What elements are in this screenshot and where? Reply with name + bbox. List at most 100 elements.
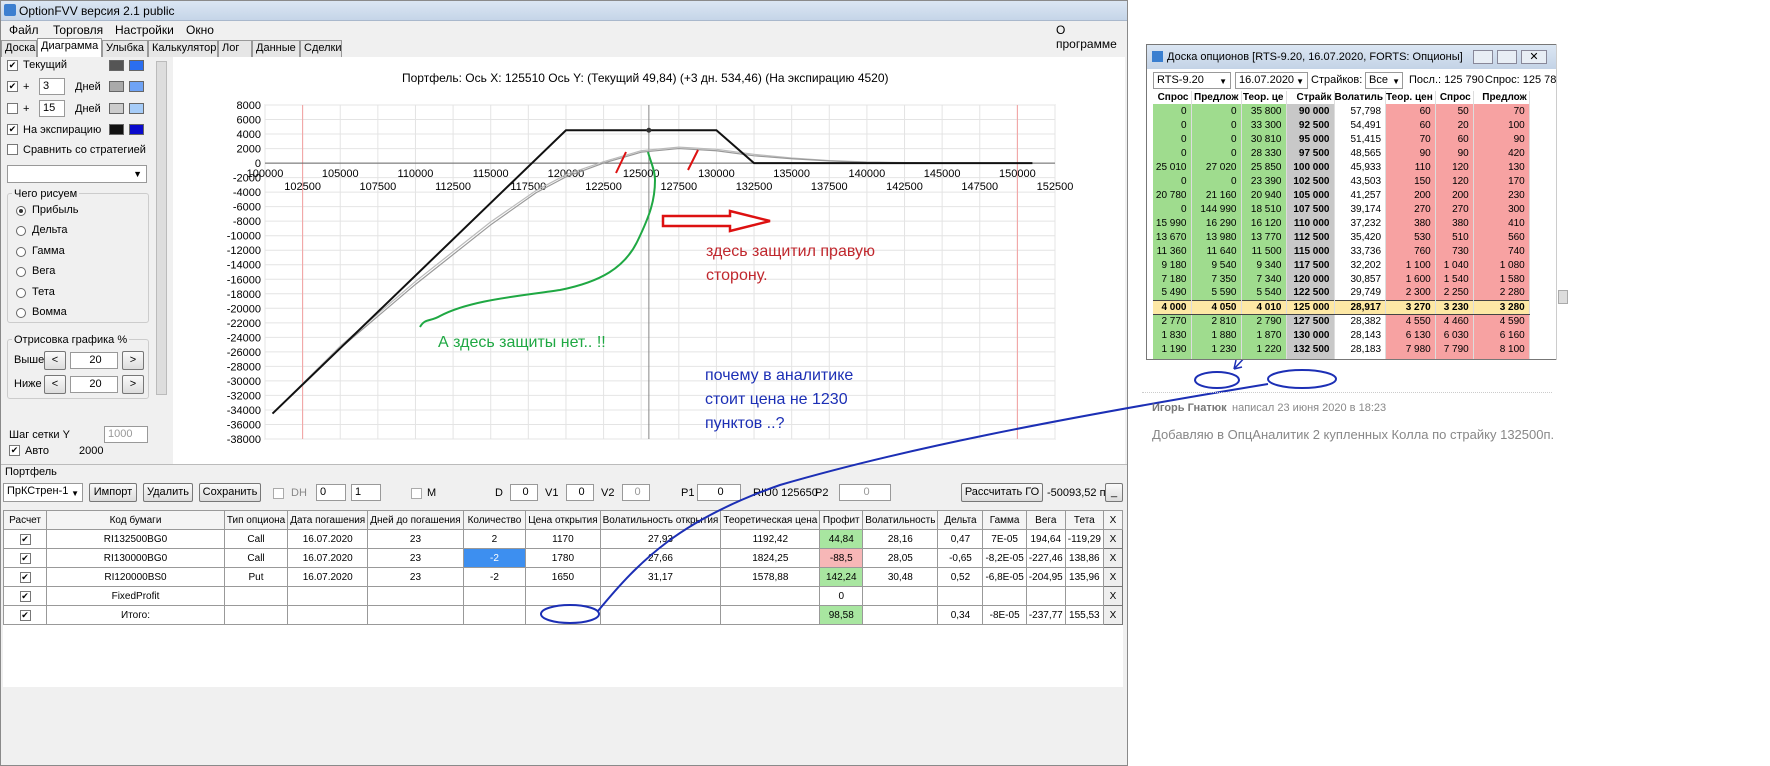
table-row[interactable]: ✔ RI132500BG0 Call 16.07.2020 23 2 1170 27,93 11… [2, 529, 1124, 549]
board-row[interactable]: 0 0 35 800 90 000 57,798 60 50 70 [1153, 104, 1530, 118]
board-row[interactable]: 5 490 5 590 5 540 122 500 29,749 2 300 2 250 2 … [1153, 286, 1530, 300]
calc-checkbox[interactable]: ✔ [19, 571, 31, 583]
board-col-bid-put[interactable]: Спрос [1435, 91, 1474, 104]
table-row[interactable]: ✔ RI120000BS0 Put 16.07.2020 23 -2 1650 31,17 15… [2, 567, 1124, 587]
higher-increase-button[interactable]: > [122, 351, 144, 370]
v2-input[interactable]: 0 [622, 484, 650, 501]
minimize-grid-button[interactable]: _ [1105, 483, 1123, 502]
board-col-vol[interactable]: Волатиль [1334, 91, 1387, 104]
calc-checkbox-cell[interactable]: ✔ [2, 567, 48, 587]
higher-decrease-button[interactable]: < [44, 351, 66, 370]
m-checkbox[interactable] [411, 488, 422, 499]
plus-days1-checkbox[interactable]: ✔ [7, 81, 18, 92]
tab-diagram[interactable]: Диаграмма [37, 38, 102, 57]
calc-checkbox-cell[interactable]: ✔ [2, 605, 48, 625]
board-row[interactable]: 0 0 23 390 102 500 43,503 150 120 170 [1153, 174, 1530, 188]
expiry-color-2[interactable] [129, 124, 144, 135]
d-input[interactable]: 0 [510, 484, 538, 501]
board-scrollbar-track[interactable] [1556, 44, 1570, 360]
board-row[interactable]: 800810780135 00028,47610 0409 91010 160 [1153, 356, 1530, 359]
radio-theta[interactable] [16, 288, 26, 298]
calc-checkbox[interactable]: ✔ [19, 609, 31, 621]
col-profit[interactable]: Профит [819, 510, 864, 530]
table-row[interactable]: ✔ RI130000BG0 Call 16.07.2020 23 -2 1780 27,66 1… [2, 548, 1124, 568]
board-row[interactable]: 2 770 2 810 2 790 127 500 28,382 4 550 4 460 4 … [1153, 314, 1530, 328]
board-col-theor-put[interactable]: Теор. цен [1385, 91, 1436, 104]
current-checkbox[interactable]: ✔ [7, 60, 18, 71]
board-col-bid-call[interactable]: Спрос [1153, 91, 1192, 104]
radio-vomma[interactable] [16, 308, 26, 318]
col-days[interactable]: Дней до погашения [367, 510, 464, 530]
calc-go-button[interactable]: Рассчитать ГО [961, 483, 1043, 502]
col-expiry[interactable]: Дата погашения [287, 510, 369, 530]
board-minimize-button[interactable] [1473, 50, 1493, 64]
col-open-vol[interactable]: Волатильность открытия [599, 510, 722, 530]
board-col-theor-call[interactable]: Теор. це [1241, 91, 1287, 104]
board-row[interactable]: 11 360 11 640 11 500 115 000 33,736 760 730 740 [1153, 244, 1530, 258]
radio-vega[interactable] [16, 267, 26, 277]
menu-file[interactable]: Файл [9, 23, 39, 37]
save-button[interactable]: Сохранить [199, 483, 261, 502]
col-open-price[interactable]: Цена открытия [525, 510, 601, 530]
board-row[interactable]: 13 670 13 980 13 770 112 500 35,420 530 510 560 [1153, 230, 1530, 244]
col-theta[interactable]: Тета [1064, 510, 1104, 530]
table-row[interactable]: ✔ Итого: 98,58 0,34 -8E-05 -237,77 155,53 X [2, 605, 1124, 625]
board-series-select[interactable]: RTS-9.20 ▼ [1153, 72, 1231, 89]
calc-checkbox[interactable]: ✔ [19, 533, 31, 545]
menu-window[interactable]: Окно [186, 23, 214, 37]
lower-input[interactable]: 20 [70, 376, 118, 393]
menu-trading[interactable]: Торговля [53, 23, 103, 37]
current-color-1[interactable] [109, 60, 124, 71]
expiry-checkbox[interactable]: ✔ [7, 124, 18, 135]
col-theor-price[interactable]: Теоретическая цена [720, 510, 821, 530]
left-scrollbar[interactable] [156, 61, 167, 395]
board-row[interactable]: 15 990 16 290 16 120 110 000 37,232 380 380 410 [1153, 216, 1530, 230]
board-scrollbar-thumb[interactable] [1558, 290, 1568, 304]
higher-input[interactable]: 20 [70, 352, 118, 369]
board-row[interactable]: 7 180 7 350 7 340 120 000 30,857 1 600 1 540 1 … [1153, 272, 1530, 286]
strategy-select[interactable]: ▼ [7, 165, 147, 183]
import-button[interactable]: Импорт [89, 483, 137, 502]
tab-calculator[interactable]: Калькулятор [148, 40, 218, 57]
cell-remove[interactable]: X [1102, 567, 1124, 587]
calc-checkbox-cell[interactable]: ✔ [2, 586, 48, 606]
tab-board[interactable]: Доска [1, 40, 37, 57]
radio-gamma[interactable] [16, 247, 26, 257]
lower-increase-button[interactable]: > [122, 375, 144, 394]
board-date-select[interactable]: 16.07.2020 ▼ [1235, 72, 1308, 89]
col-delta[interactable]: Дельта [937, 510, 984, 530]
board-row[interactable]: 9 180 9 540 9 340 117 500 32,202 1 100 1 040 1 … [1153, 258, 1530, 272]
tab-data[interactable]: Данные [252, 40, 300, 57]
board-row[interactable]: 4 000 4 050 4 010 125 000 28,917 3 270 3 230 3 … [1153, 299, 1530, 315]
board-row[interactable]: 0 0 28 330 97 500 48,565 90 90 420 [1153, 146, 1530, 160]
board-row[interactable]: 0 0 33 300 92 500 54,491 60 20 100 [1153, 118, 1530, 132]
v1-input[interactable]: 0 [566, 484, 594, 501]
board-col-offer-put[interactable]: Предлож [1473, 91, 1530, 104]
col-vol[interactable]: Волатильность [862, 510, 939, 530]
col-calc[interactable]: Расчет [2, 510, 48, 530]
calc-checkbox-cell[interactable]: ✔ [2, 548, 48, 568]
calc-checkbox[interactable]: ✔ [19, 552, 31, 564]
col-qty[interactable]: Количество [462, 510, 527, 530]
board-row[interactable]: 0 0 30 810 95 000 51,415 70 60 90 [1153, 132, 1530, 146]
tab-smile[interactable]: Улыбка [102, 40, 148, 57]
days2-color-2[interactable] [129, 103, 144, 114]
table-row[interactable]: ✔ FixedProfit 0 X [2, 586, 1124, 606]
p1-input[interactable]: 0 [697, 484, 741, 501]
board-close-button[interactable]: ✕ [1521, 50, 1547, 64]
board-row[interactable]: 25 010 27 020 25 850 100 000 45,933 110 120 130 [1153, 160, 1530, 174]
dh-input-2[interactable]: 1 [351, 484, 381, 501]
col-type[interactable]: Тип опциона [223, 510, 289, 530]
cell-remove[interactable]: X [1102, 605, 1124, 625]
days1-input[interactable]: 3 [39, 78, 65, 95]
delete-button[interactable]: Удалить [143, 483, 193, 502]
board-row[interactable]: 0 144 990 18 510 107 500 39,174 270 270 300 [1153, 202, 1530, 216]
days2-color-1[interactable] [109, 103, 124, 114]
radio-profit[interactable] [16, 206, 26, 216]
expiry-color-1[interactable] [109, 124, 124, 135]
col-gamma[interactable]: Гамма [982, 510, 1027, 530]
cell-remove[interactable]: X [1102, 586, 1124, 606]
compare-checkbox[interactable] [7, 144, 18, 155]
portfolio-select[interactable]: ПрКСтрен-1 ▼ [3, 483, 83, 502]
days1-color-2[interactable] [129, 81, 144, 92]
